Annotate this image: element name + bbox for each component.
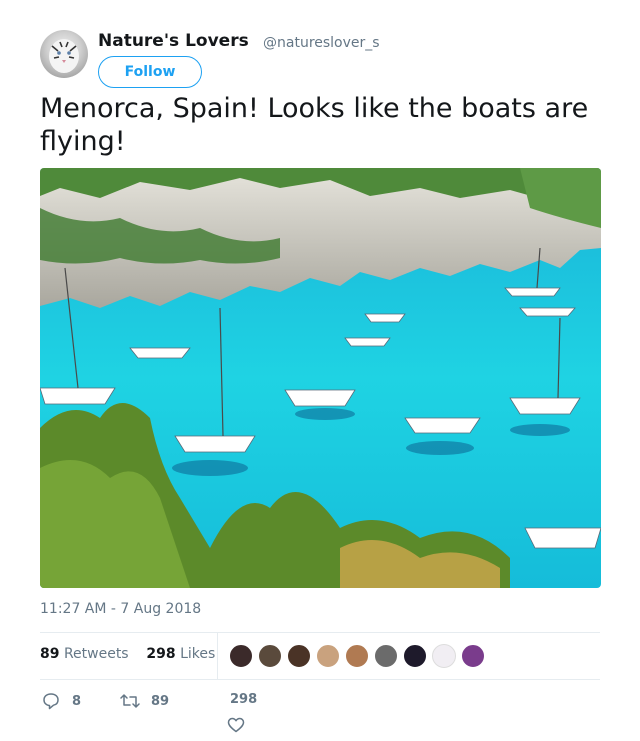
retweets-stat[interactable]: 89 Retweets: [40, 646, 129, 662]
stats-vertical-divider: [217, 633, 218, 679]
liker-avatar[interactable]: [461, 644, 485, 668]
retweet-icon: [120, 694, 140, 708]
retweet-action[interactable]: 89: [120, 692, 169, 710]
reply-action[interactable]: 8: [42, 692, 81, 710]
menorca-bay-photo-icon: [40, 168, 601, 588]
liker-avatar[interactable]: [403, 644, 427, 668]
liker-avatar[interactable]: [345, 644, 369, 668]
follow-button[interactable]: Follow: [98, 56, 202, 88]
liker-avatar[interactable]: [287, 644, 311, 668]
stats-top-divider: [40, 632, 600, 633]
author-display-name[interactable]: Nature's Lovers: [98, 31, 249, 51]
like-action[interactable]: [227, 716, 245, 734]
liker-avatar[interactable]: [229, 644, 253, 668]
retweet-count: 89: [151, 693, 170, 709]
liker-avatar[interactable]: [374, 644, 398, 668]
liker-avatar[interactable]: [258, 644, 282, 668]
liker-avatars: [229, 644, 485, 668]
likes-label: Likes: [180, 646, 216, 662]
tweet-text: Menorca, Spain! Looks like the boats are…: [40, 93, 589, 157]
likes-stat[interactable]: 298 Likes: [146, 646, 215, 662]
heart-icon: [227, 717, 245, 733]
tweet-timestamp[interactable]: 11:27 AM - 7 Aug 2018: [40, 601, 201, 617]
retweets-label: Retweets: [63, 646, 129, 662]
author-avatar[interactable]: [40, 30, 88, 78]
author-screen-name[interactable]: @natureslover_s: [263, 35, 380, 51]
liker-avatar[interactable]: [316, 644, 340, 668]
retweets-count: 89: [40, 646, 60, 662]
likes-count: 298: [146, 646, 176, 662]
tweet-media[interactable]: [40, 168, 601, 588]
like-count-label: 298: [230, 692, 258, 707]
stats-bottom-divider: [40, 679, 600, 680]
reply-count: 8: [72, 693, 82, 709]
liker-avatar[interactable]: [432, 644, 456, 668]
tweet-stats: 89 Retweets 298 Likes: [40, 646, 215, 662]
white-tiger-avatar-icon: [49, 39, 79, 73]
reply-icon: [43, 693, 59, 710]
